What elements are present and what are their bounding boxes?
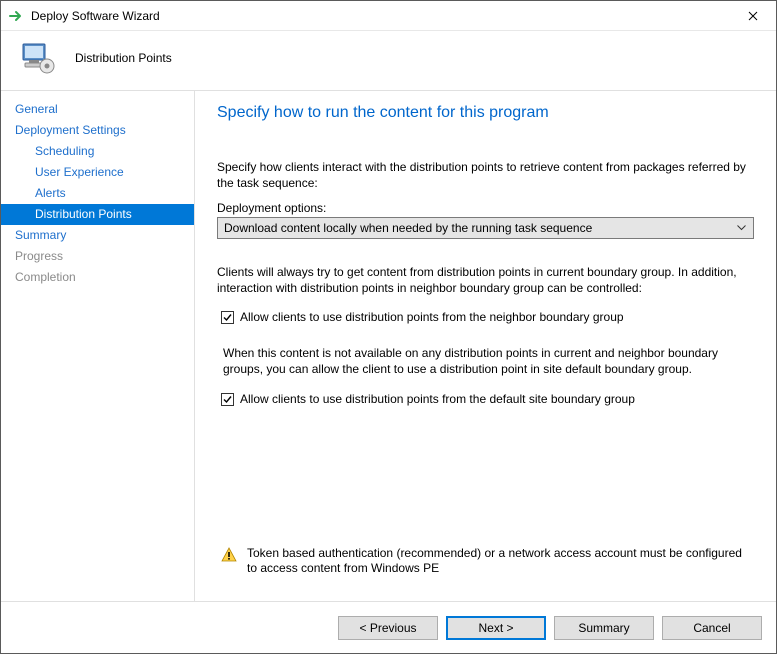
sidebar-item-summary[interactable]: Summary xyxy=(1,225,194,246)
description-text-1: Specify how clients interact with the di… xyxy=(217,160,754,191)
sidebar-item-deployment-settings[interactable]: Deployment Settings xyxy=(1,120,194,141)
titlebar: Deploy Software Wizard xyxy=(1,1,776,31)
dropdown-label: Deployment options: xyxy=(217,201,754,215)
close-button[interactable] xyxy=(730,1,776,31)
sidebar-item-scheduling[interactable]: Scheduling xyxy=(1,141,194,162)
sidebar-item-user-experience[interactable]: User Experience xyxy=(1,162,194,183)
chevron-down-icon xyxy=(733,223,749,234)
warning-icon xyxy=(221,547,237,563)
next-button[interactable]: Next > xyxy=(446,616,546,640)
description-text-3: When this content is not available on an… xyxy=(217,346,754,377)
checkbox-icon xyxy=(221,393,234,406)
wizard-header: Distribution Points xyxy=(1,31,776,91)
previous-button[interactable]: < Previous xyxy=(338,616,438,640)
cancel-button[interactable]: Cancel xyxy=(662,616,762,640)
checkbox-icon xyxy=(221,311,234,324)
checkbox-label: Allow clients to use distribution points… xyxy=(240,310,624,324)
checkbox-neighbor-boundary[interactable]: Allow clients to use distribution points… xyxy=(221,310,754,324)
sidebar-item-alerts[interactable]: Alerts xyxy=(1,183,194,204)
wizard-sidebar: GeneralDeployment SettingsSchedulingUser… xyxy=(1,91,195,601)
content-area: GeneralDeployment SettingsSchedulingUser… xyxy=(1,91,776,601)
window-title: Deploy Software Wizard xyxy=(31,9,730,23)
summary-button[interactable]: Summary xyxy=(554,616,654,640)
deployment-options-dropdown[interactable]: Download content locally when needed by … xyxy=(217,217,754,239)
dropdown-value: Download content locally when needed by … xyxy=(224,221,733,235)
page-heading: Specify how to run the content for this … xyxy=(217,104,754,122)
warning-row: Token based authentication (recommended)… xyxy=(217,546,754,577)
checkbox-label: Allow clients to use distribution points… xyxy=(240,392,635,406)
warning-text: Token based authentication (recommended)… xyxy=(247,546,754,577)
wizard-window: Deploy Software Wizard Distribution Poin… xyxy=(0,0,777,654)
sidebar-item-general[interactable]: General xyxy=(1,99,194,120)
description-text-2: Clients will always try to get content f… xyxy=(217,265,754,296)
wizard-footer: < Previous Next > Summary Cancel xyxy=(1,601,776,653)
sidebar-item-progress: Progress xyxy=(1,246,194,267)
page-subtitle: Distribution Points xyxy=(75,51,172,65)
computer-dp-icon xyxy=(17,38,57,78)
wizard-arrow-icon xyxy=(9,8,25,24)
main-panel: Specify how to run the content for this … xyxy=(195,91,776,601)
sidebar-item-distribution-points[interactable]: Distribution Points xyxy=(1,204,194,225)
checkbox-default-site-boundary[interactable]: Allow clients to use distribution points… xyxy=(221,392,754,406)
sidebar-item-completion: Completion xyxy=(1,267,194,288)
